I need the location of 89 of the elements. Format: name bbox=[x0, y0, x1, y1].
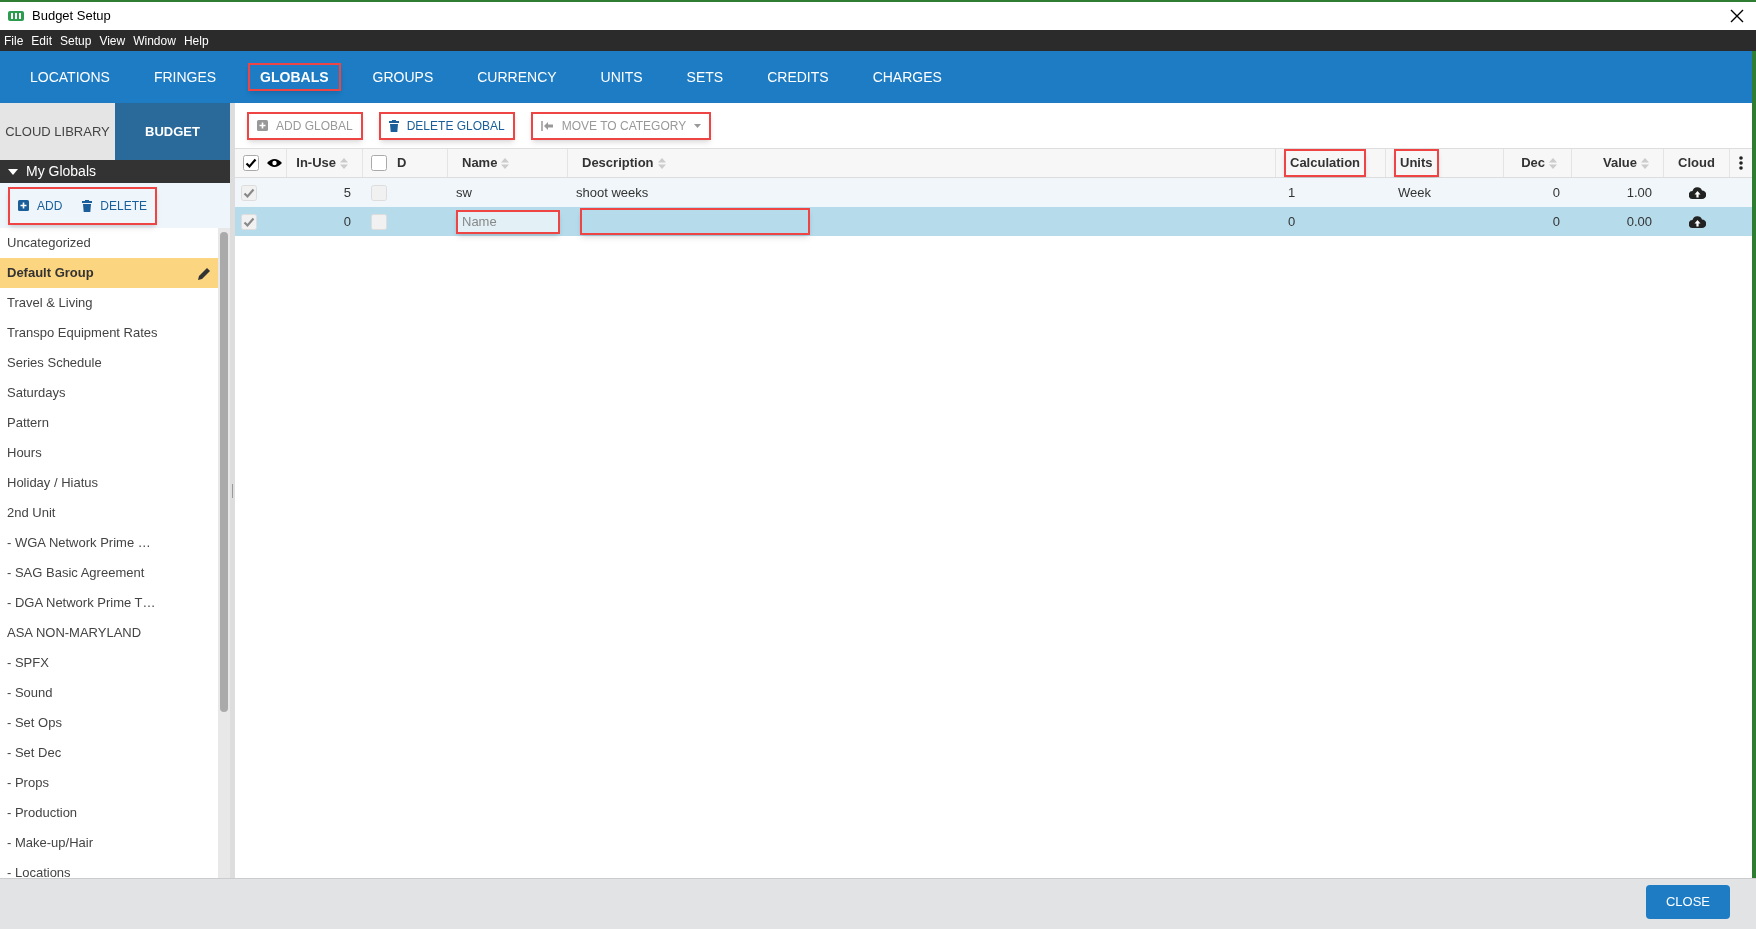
menu-item[interactable]: Edit bbox=[31, 31, 53, 50]
table-row[interactable]: 5 sw shoot weeks 1 Week 0 1.00 bbox=[235, 178, 1752, 207]
plus-icon bbox=[18, 200, 29, 211]
sidebar-item[interactable]: - Set Ops bbox=[0, 708, 218, 738]
table-cell-text: 1.00 bbox=[1626, 183, 1652, 202]
sort-icon[interactable] bbox=[1549, 157, 1557, 169]
close-icon[interactable] bbox=[1730, 9, 1744, 23]
menu-item[interactable]: Help bbox=[183, 31, 209, 50]
column-header-cell[interactable]: Name bbox=[448, 149, 568, 177]
sidebar-item[interactable]: Default Group bbox=[0, 258, 218, 288]
sidebar-item[interactable]: - Props bbox=[0, 768, 218, 798]
trash-icon bbox=[388, 119, 399, 132]
tab[interactable]: CREDITS bbox=[755, 63, 841, 91]
sidebar-item[interactable]: - DGA Network Prime T… bbox=[0, 588, 218, 618]
sidebar-item[interactable]: - WGA Network Prime … bbox=[0, 528, 218, 558]
tab[interactable]: CURRENCY bbox=[465, 63, 569, 91]
tab[interactable]: LOCATIONS bbox=[18, 63, 122, 91]
checkbox[interactable] bbox=[243, 155, 259, 171]
table-cell-text: 0 bbox=[1288, 212, 1296, 231]
delete-button[interactable]: DELETE bbox=[82, 196, 148, 215]
move-icon bbox=[540, 120, 554, 131]
sort-icon[interactable] bbox=[501, 157, 510, 169]
menu-item[interactable]: File bbox=[4, 31, 24, 50]
close-button[interactable]: CLOSE bbox=[1645, 885, 1730, 919]
tab[interactable]: SETS bbox=[674, 63, 736, 91]
sidebar-item[interactable]: - SPFX bbox=[0, 648, 218, 678]
column-header-cell[interactable]: In-Use bbox=[287, 149, 363, 177]
sidebar-item[interactable]: Series Schedule bbox=[0, 348, 218, 378]
sidebar-item[interactable]: Pattern bbox=[0, 408, 218, 438]
table-cell-text: sw bbox=[456, 183, 472, 202]
cloud-upload-icon[interactable] bbox=[1688, 186, 1706, 199]
table-cell-text: shoot weeks bbox=[576, 183, 649, 202]
app-logo-icon bbox=[8, 10, 24, 22]
sidebar-item[interactable]: Hours bbox=[0, 438, 218, 468]
sidebar-item[interactable]: Uncategorized bbox=[0, 228, 218, 258]
tab[interactable]: GROUPS bbox=[360, 63, 446, 91]
column-header-cell[interactable]: Description bbox=[568, 149, 1276, 177]
tab[interactable]: CHARGES bbox=[860, 63, 954, 91]
sidebar-header[interactable]: My Globals bbox=[0, 160, 230, 183]
column-header-cell[interactable]: Value bbox=[1572, 149, 1664, 177]
sort-icon[interactable] bbox=[1641, 157, 1649, 169]
trash-icon bbox=[82, 199, 93, 212]
table-cell-text: 0 bbox=[1552, 183, 1560, 202]
pencil-icon[interactable] bbox=[198, 266, 211, 280]
tab[interactable]: GLOBALS bbox=[248, 63, 341, 91]
sidebar-item[interactable]: - SAG Basic Agreement bbox=[0, 558, 218, 588]
add-button[interactable]: ADD bbox=[18, 196, 63, 215]
table-cell-text: 0.00 bbox=[1626, 212, 1652, 231]
sidebar-item[interactable]: - Production bbox=[0, 798, 218, 828]
table-cell-text: 0 bbox=[343, 212, 351, 231]
sidebar-item[interactable]: - Make-up/Hair bbox=[0, 828, 218, 858]
breadcrumb-tab[interactable]: CLOUD LIBRARY bbox=[0, 103, 115, 160]
menu-item[interactable]: Setup bbox=[60, 31, 92, 50]
column-header-cell[interactable]: Dec bbox=[1504, 149, 1572, 177]
sidebar-item[interactable]: Transpo Equipment Rates bbox=[0, 318, 218, 348]
sidebar-item[interactable]: - Set Dec bbox=[0, 738, 218, 768]
window-title: Budget Setup bbox=[32, 7, 111, 26]
cloud-upload-icon[interactable] bbox=[1688, 215, 1706, 228]
plus-icon bbox=[257, 120, 268, 131]
scrollbar-thumb[interactable] bbox=[220, 232, 228, 712]
sidebar-item[interactable]: Holiday / Hiatus bbox=[0, 468, 218, 498]
breadcrumb-tab[interactable]: BUDGET bbox=[115, 103, 230, 160]
sidebar-item[interactable]: - Locations bbox=[0, 858, 218, 878]
sort-icon[interactable] bbox=[340, 157, 348, 169]
description-input-field[interactable] bbox=[580, 208, 810, 235]
eye-icon[interactable] bbox=[267, 158, 282, 168]
sidebar-item[interactable]: - Sound bbox=[0, 678, 218, 708]
table-cell-text: 1 bbox=[1288, 183, 1296, 202]
table-row[interactable]: 0 Name 0 0 0.00 bbox=[235, 207, 1752, 236]
menu-item[interactable]: View bbox=[99, 31, 126, 50]
tab[interactable]: UNITS bbox=[588, 63, 655, 91]
more-options-icon[interactable] bbox=[1739, 156, 1743, 170]
sidebar-item[interactable]: Travel & Living bbox=[0, 288, 218, 318]
column-header-cell[interactable]: Cloud bbox=[1664, 149, 1730, 177]
caret-icon bbox=[694, 123, 702, 128]
name-input-field[interactable]: Name bbox=[456, 209, 560, 234]
checkbox[interactable] bbox=[371, 155, 387, 171]
menu-item[interactable]: Window bbox=[133, 31, 176, 50]
sidebar-item[interactable]: ASA NON-MARYLAND bbox=[0, 618, 218, 648]
sidebar-item[interactable]: Saturdays bbox=[0, 378, 218, 408]
table-cell-text: 0 bbox=[1552, 212, 1560, 231]
column-header-cell[interactable]: D bbox=[363, 149, 448, 177]
tab[interactable]: FRINGES bbox=[141, 63, 229, 91]
sidebar-item[interactable]: 2nd Unit bbox=[0, 498, 218, 528]
toolbar-button[interactable]: DELETE GLOBAL bbox=[378, 111, 515, 140]
sort-icon[interactable] bbox=[657, 157, 666, 169]
table-cell-text: Week bbox=[1398, 183, 1431, 202]
splitter-handle[interactable] bbox=[230, 103, 235, 878]
table-cell-text: 5 bbox=[343, 183, 351, 202]
